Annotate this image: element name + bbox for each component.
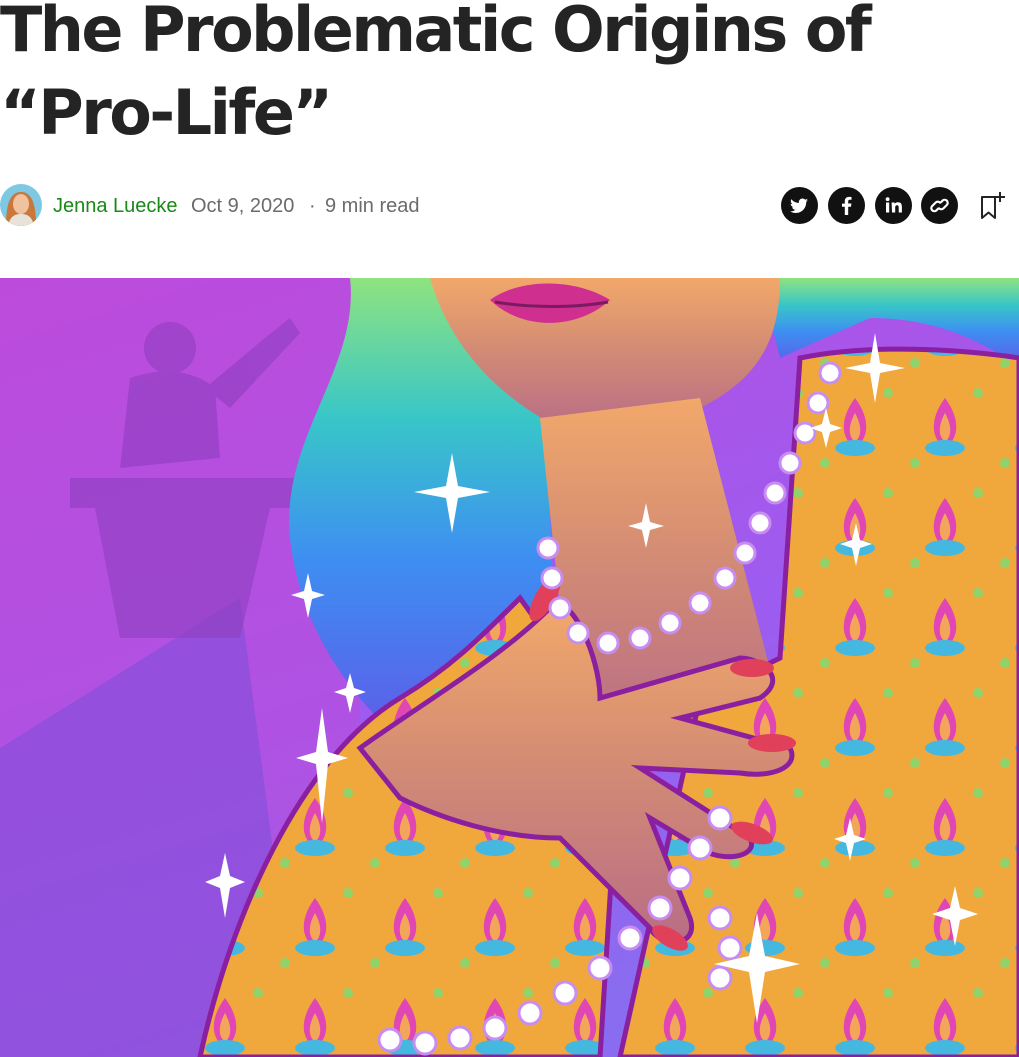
facebook-icon (842, 196, 852, 215)
article-title: The Problematic Origins of “Pro-Life” (0, 0, 872, 149)
twitter-icon (790, 198, 808, 213)
linkedin-icon (885, 197, 902, 213)
save-bookmark-button[interactable] (978, 190, 1008, 222)
meta-separator: · (309, 195, 316, 217)
share-facebook-button[interactable] (828, 187, 865, 224)
share-twitter-button[interactable] (781, 187, 818, 224)
hero-illustration (0, 278, 1019, 1057)
author-name-link[interactable]: Jenna Luecke (53, 195, 178, 218)
byline: Jenna Luecke Oct 9, 2020 · 9 min read (0, 184, 1019, 230)
link-icon (930, 198, 949, 213)
share-linkedin-button[interactable] (875, 187, 912, 224)
bookmark-add-icon (981, 192, 1005, 219)
author-avatar[interactable] (0, 184, 42, 226)
publish-date: Oct 9, 2020 (191, 195, 295, 217)
read-time: 9 min read (325, 195, 420, 217)
copy-link-button[interactable] (921, 187, 958, 224)
